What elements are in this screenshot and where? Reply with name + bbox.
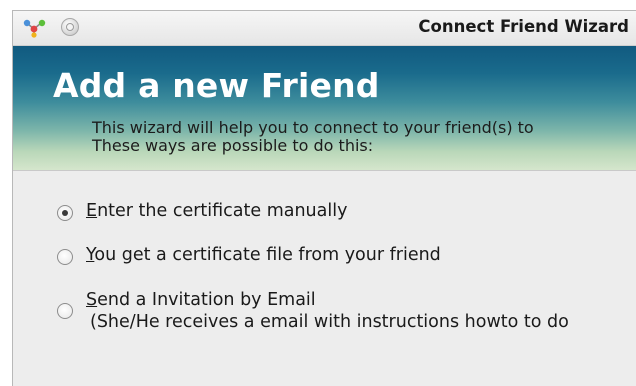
wizard-window: Connect Friend Wizard Add a new Friend T…: [12, 10, 636, 386]
radio-enter-certificate[interactable]: [57, 205, 73, 221]
title-bar[interactable]: Connect Friend Wizard: [13, 11, 636, 46]
radio-certificate-file[interactable]: [57, 249, 73, 265]
page-title: Add a new Friend: [53, 66, 380, 105]
app-logo-icon[interactable]: [21, 18, 47, 38]
minimize-button[interactable]: [61, 18, 79, 36]
radio-selected-dot: [62, 210, 68, 216]
option-detail-email-invitation: (She/He receives a email with instructio…: [90, 312, 569, 332]
page-subtitle-line-2: These ways are possible to do this:: [92, 136, 374, 155]
label-text: end a Invitation by Email: [97, 290, 316, 310]
radio-email-invitation[interactable]: [57, 303, 73, 319]
option-label-enter-certificate[interactable]: Enter the certificate manually: [86, 201, 347, 221]
label-text: ou get a certificate file from your frie…: [94, 245, 441, 265]
minimize-circle-icon: [66, 23, 74, 31]
mnemonic-letter: S: [86, 290, 98, 310]
mnemonic-letter: E: [86, 201, 98, 221]
label-text: nter the certificate manually: [97, 201, 348, 221]
option-label-email-invitation[interactable]: Send a Invitation by Email: [86, 290, 316, 310]
wizard-header-banner: Add a new Friend This wizard will help y…: [13, 46, 636, 171]
option-label-certificate-file[interactable]: You get a certificate file from your fri…: [86, 245, 441, 265]
page-subtitle-line-1: This wizard will help you to connect to …: [92, 118, 534, 137]
window-title: Connect Friend Wizard: [418, 17, 629, 36]
